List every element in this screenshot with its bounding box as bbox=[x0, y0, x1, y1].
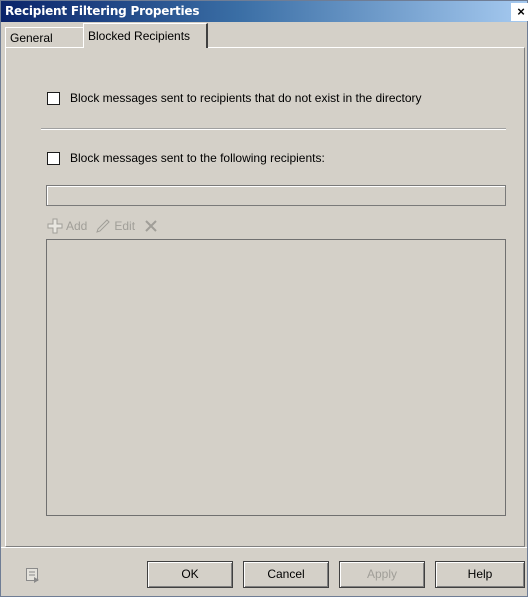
list-toolbar: Add Edit bbox=[47, 217, 170, 235]
tab-general-label: General bbox=[10, 31, 53, 45]
block-nonexistent-checkbox[interactable] bbox=[47, 91, 60, 105]
properties-dialog: Recipient Filtering Properties × General… bbox=[0, 0, 528, 597]
edit-button[interactable]: Edit bbox=[95, 218, 135, 234]
add-button[interactable]: Add bbox=[47, 218, 87, 234]
edit-label: Edit bbox=[114, 219, 136, 233]
block-following-option[interactable]: Block messages sent to the following rec… bbox=[47, 151, 325, 165]
delete-button[interactable] bbox=[143, 218, 162, 234]
add-label: Add bbox=[66, 219, 88, 233]
recipients-list[interactable] bbox=[46, 239, 506, 516]
block-following-checkbox[interactable] bbox=[47, 151, 60, 165]
block-following-label: Block messages sent to the following rec… bbox=[70, 151, 325, 165]
separator bbox=[41, 128, 506, 130]
delete-icon bbox=[145, 220, 157, 232]
window-title: Recipient Filtering Properties bbox=[5, 4, 200, 18]
block-nonexistent-option[interactable]: Block messages sent to recipients that d… bbox=[47, 91, 422, 105]
add-icon bbox=[47, 218, 63, 234]
help-button[interactable]: Help bbox=[435, 561, 525, 588]
title-bar[interactable]: Recipient Filtering Properties × bbox=[1, 1, 528, 22]
tab-blocked-recipients[interactable]: Blocked Recipients bbox=[83, 23, 208, 48]
close-button[interactable]: × bbox=[511, 3, 528, 21]
apply-button[interactable]: Apply bbox=[339, 561, 425, 588]
form-icon bbox=[26, 568, 39, 583]
footer-separator bbox=[1, 547, 527, 548]
properties-icon[interactable] bbox=[25, 567, 41, 586]
tab-blocked-recipients-label: Blocked Recipients bbox=[88, 29, 191, 43]
pencil-icon bbox=[96, 219, 111, 233]
tab-general[interactable]: General bbox=[5, 27, 83, 48]
block-nonexistent-label: Block messages sent to recipients that d… bbox=[70, 91, 422, 105]
recipient-input[interactable] bbox=[46, 185, 506, 206]
cancel-button[interactable]: Cancel bbox=[243, 561, 329, 588]
ok-button[interactable]: OK bbox=[147, 561, 233, 588]
